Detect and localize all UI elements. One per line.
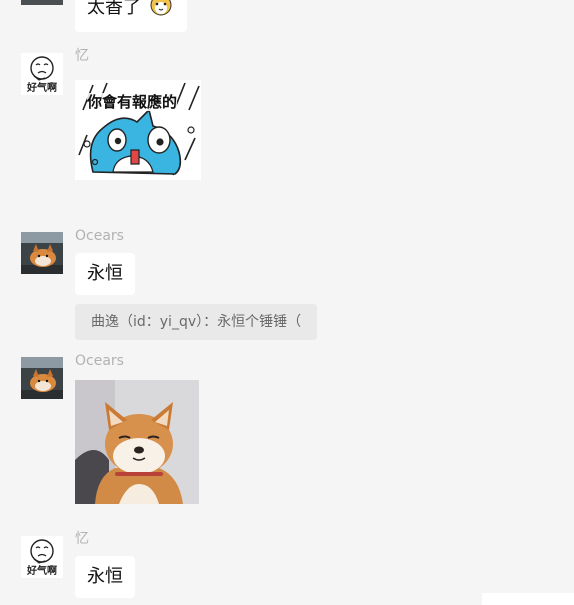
avatar-caption: 好气啊 xyxy=(27,566,57,577)
chat-window: 太香了 好气啊 忆 你會有報應的 Ocears 永恒 曲逸（id：yi_qv）：… xyxy=(0,0,574,605)
message-text: 永恒 xyxy=(87,566,123,587)
message-bubble[interactable]: 永恒 xyxy=(75,556,135,598)
meme-face-icon xyxy=(30,539,54,564)
sender-name: 忆 xyxy=(75,48,89,64)
shiba-car-avatar xyxy=(21,357,63,399)
message-bubble[interactable]: 太香了 xyxy=(75,0,187,32)
sender-name: 忆 xyxy=(75,531,89,547)
sender-name: Ocears xyxy=(75,228,124,244)
avatar[interactable] xyxy=(21,357,63,399)
avatar[interactable]: 好气啊 xyxy=(21,53,63,95)
avatar[interactable]: 好气啊 xyxy=(21,536,63,578)
avatar-caption: 好气啊 xyxy=(27,83,57,94)
shiba-car-avatar xyxy=(21,232,63,274)
meme-face-icon xyxy=(30,56,54,81)
sticker-caption: 你會有報應的 xyxy=(87,93,178,111)
avatar[interactable] xyxy=(21,232,63,274)
quote-text: 曲逸（id：yi_qv）：永恒个锤锤（ xyxy=(91,314,302,330)
image-message[interactable] xyxy=(75,380,199,504)
input-area-edge xyxy=(482,593,574,605)
quote-reply[interactable]: 曲逸（id：yi_qv）：永恒个锤锤（ xyxy=(75,304,318,340)
shiba-emoji xyxy=(150,0,172,16)
message-text: 永恒 xyxy=(87,263,123,284)
message-bubble[interactable]: 永恒 xyxy=(75,253,135,295)
sender-name: Ocears xyxy=(75,353,124,369)
sticker-image[interactable]: 你會有報應的 xyxy=(75,80,201,180)
avatar[interactable] xyxy=(21,0,63,5)
shiba-squint-photo xyxy=(75,380,199,504)
message-text: 太香了 xyxy=(87,0,141,18)
